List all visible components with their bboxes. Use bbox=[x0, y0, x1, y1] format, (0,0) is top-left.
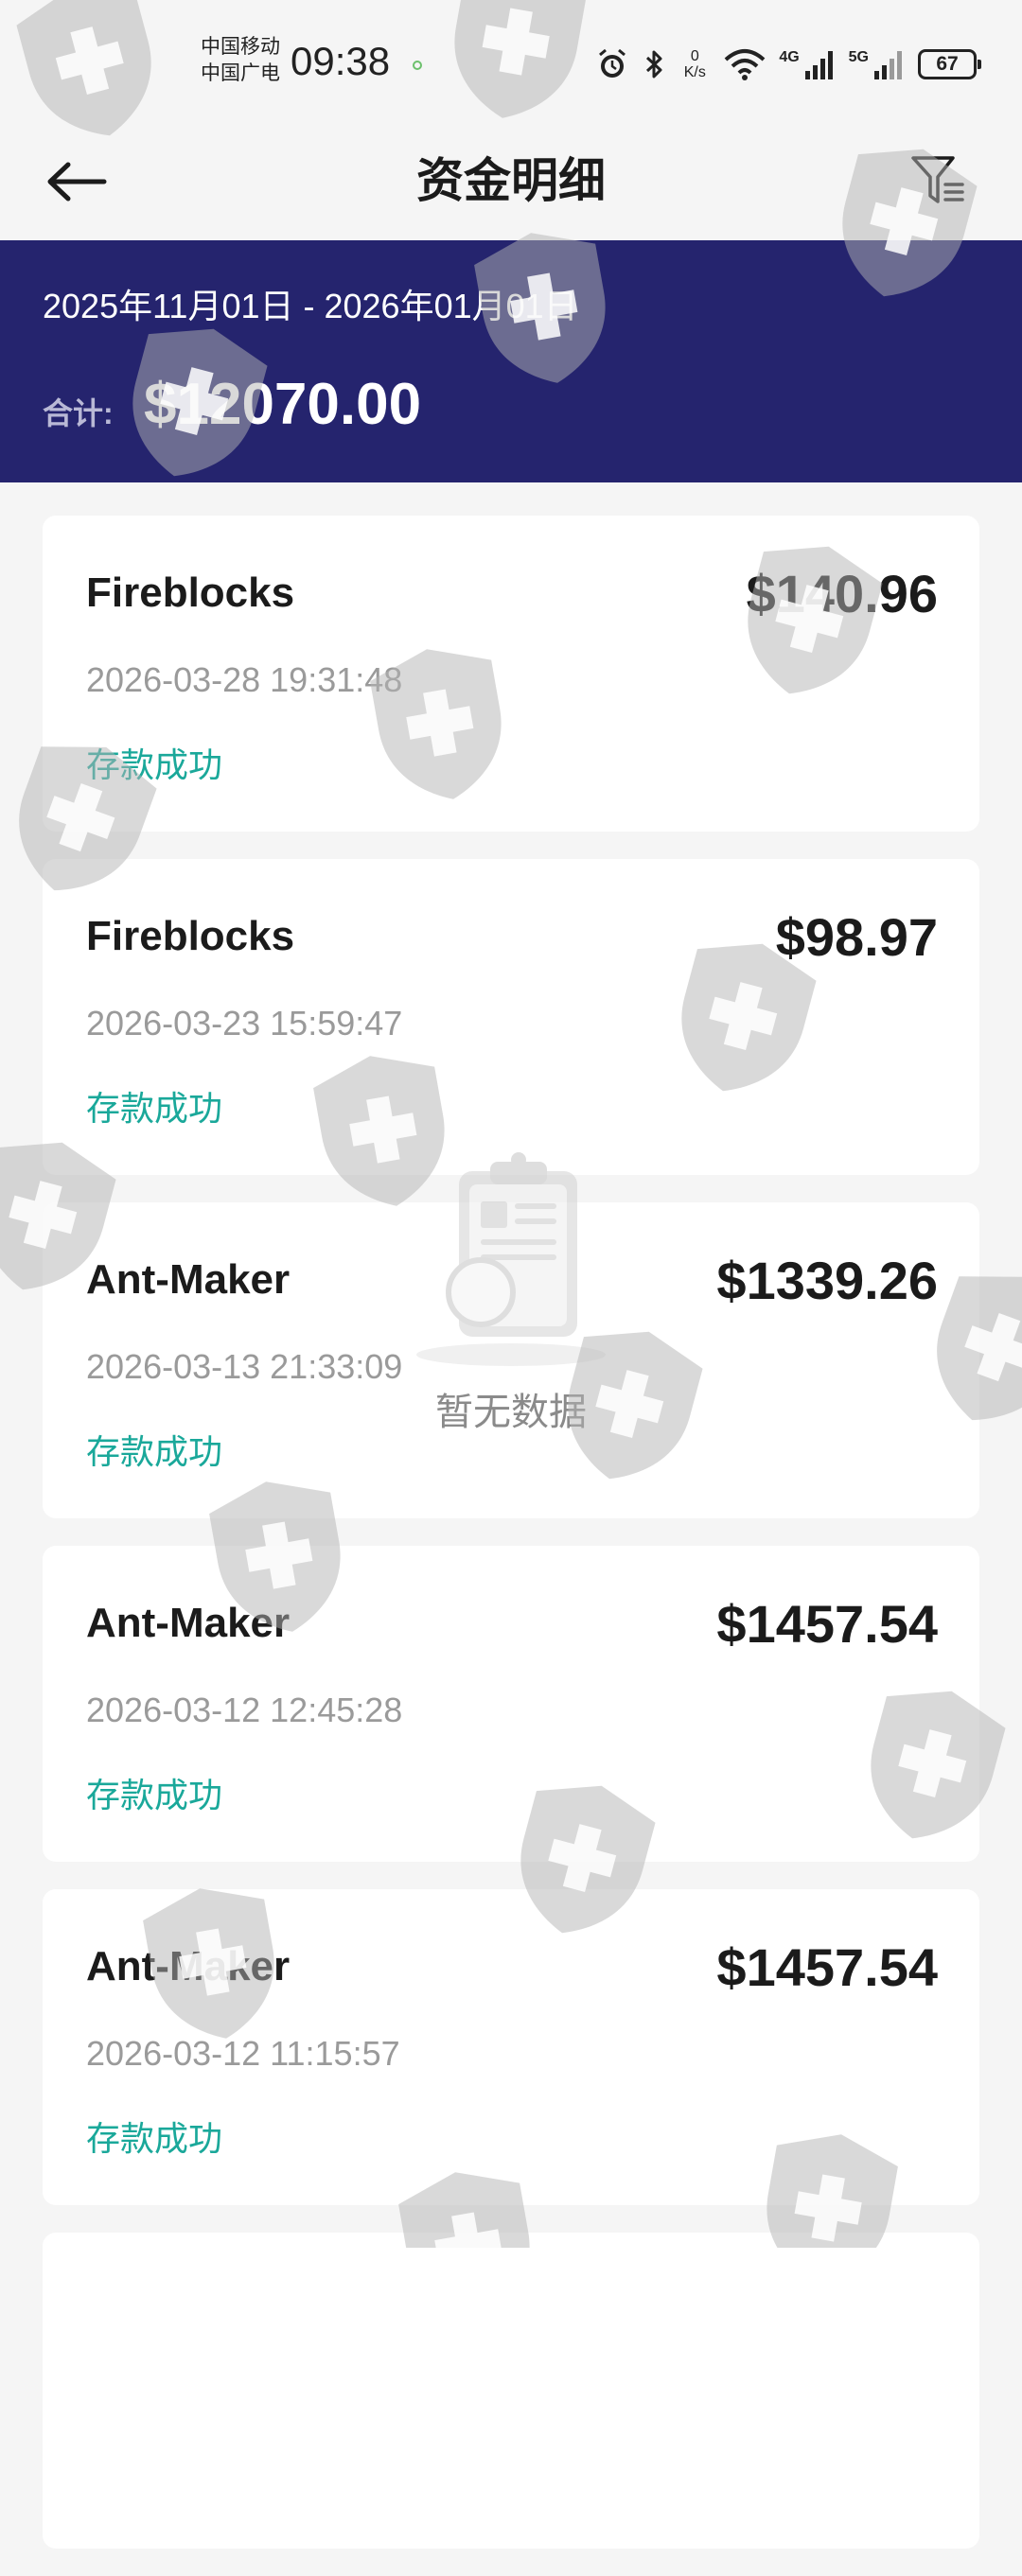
transaction-name: Fireblocks bbox=[86, 570, 295, 616]
bluetooth-icon bbox=[646, 50, 662, 79]
summary-banner: 2025年11月01日 - 2026年01月01日 合计: $12070.00 bbox=[0, 240, 1022, 482]
carrier-info: 中国移动 中国广电 bbox=[201, 34, 280, 87]
network-speed-value: 0 bbox=[690, 48, 699, 64]
battery-level: 67 bbox=[936, 53, 959, 75]
transaction-time: 2026-03-13 21:33:09 bbox=[86, 1347, 403, 1386]
transaction-amount: $1339.26 bbox=[716, 1251, 938, 1310]
alarm-icon bbox=[599, 48, 626, 78]
carrier-1: 中国移动 bbox=[201, 36, 280, 58]
transaction-card[interactable]: Ant-Maker $1339.26 2026-03-13 21:33:09 存… bbox=[43, 1202, 979, 1518]
transaction-time: 2026-03-23 15:59:47 bbox=[86, 1004, 403, 1043]
app-header: 资金明细 bbox=[0, 123, 1022, 240]
transaction-amount: $140.96 bbox=[746, 564, 938, 623]
transaction-status: 存款成功 bbox=[86, 1089, 223, 1128]
transaction-status: 存款成功 bbox=[86, 745, 223, 784]
transaction-amount: $98.97 bbox=[775, 907, 938, 967]
transaction-card[interactable]: Fireblocks $98.97 2026-03-23 15:59:47 存款… bbox=[43, 859, 979, 1175]
status-bar: 中国移动 中国广电 09:38 0 K/s 4G 5G 67 bbox=[0, 0, 1022, 123]
transaction-amount: $1457.54 bbox=[716, 1594, 938, 1654]
battery-indicator: 67 bbox=[918, 49, 981, 79]
transaction-name: Fireblocks bbox=[86, 913, 295, 959]
transaction-card[interactable]: Ant-Maker $1457.54 2026-03-12 11:15:57 存… bbox=[43, 1889, 979, 2205]
transaction-time: 2026-03-12 12:45:28 bbox=[86, 1691, 403, 1729]
filter-icon bbox=[911, 156, 964, 203]
total-label: 合计: bbox=[43, 396, 114, 430]
transaction-card[interactable]: Ant-Maker $1457.54 2026-03-12 12:45:28 存… bbox=[43, 1546, 979, 1862]
transaction-status: 存款成功 bbox=[86, 1776, 223, 1814]
total-value: $12070.00 bbox=[144, 372, 422, 437]
transaction-name: Ant-Maker bbox=[86, 1600, 291, 1646]
date-range[interactable]: 2025年11月01日 - 2026年01月01日 bbox=[43, 286, 578, 327]
transaction-name: Ant-Maker bbox=[86, 1256, 291, 1303]
transaction-status: 存款成功 bbox=[86, 2119, 223, 2158]
transaction-list: Fireblocks $140.96 2026-03-28 19:31:48 存… bbox=[43, 516, 979, 2576]
network-speed-unit: K/s bbox=[683, 64, 706, 80]
transaction-time: 2026-03-12 11:15:57 bbox=[86, 2034, 400, 2073]
status-icons: 0 K/s 4G 5G 67 bbox=[595, 42, 981, 87]
transaction-name: Ant-Maker bbox=[86, 1943, 291, 1989]
transaction-card[interactable]: Fireblocks $140.96 2026-03-28 19:31:48 存… bbox=[43, 516, 979, 832]
network-type-4g: 4G bbox=[779, 49, 800, 65]
notification-dot-icon bbox=[413, 61, 422, 70]
clock-time: 09:38 bbox=[291, 39, 391, 83]
network-speed: 0 K/s bbox=[678, 48, 711, 80]
transaction-card[interactable] bbox=[43, 2233, 979, 2549]
carrier-2: 中国广电 bbox=[201, 62, 280, 84]
wifi-icon bbox=[724, 49, 766, 80]
transaction-amount: $1457.54 bbox=[716, 1937, 938, 1997]
network-type-5g: 5G bbox=[848, 49, 869, 65]
page-title: 资金明细 bbox=[416, 154, 606, 207]
transaction-time: 2026-03-28 19:31:48 bbox=[86, 660, 403, 699]
transaction-status: 存款成功 bbox=[86, 1432, 223, 1471]
signal-5g-icon bbox=[874, 51, 902, 79]
filter-button[interactable] bbox=[901, 144, 975, 218]
signal-4g-icon bbox=[804, 51, 833, 79]
